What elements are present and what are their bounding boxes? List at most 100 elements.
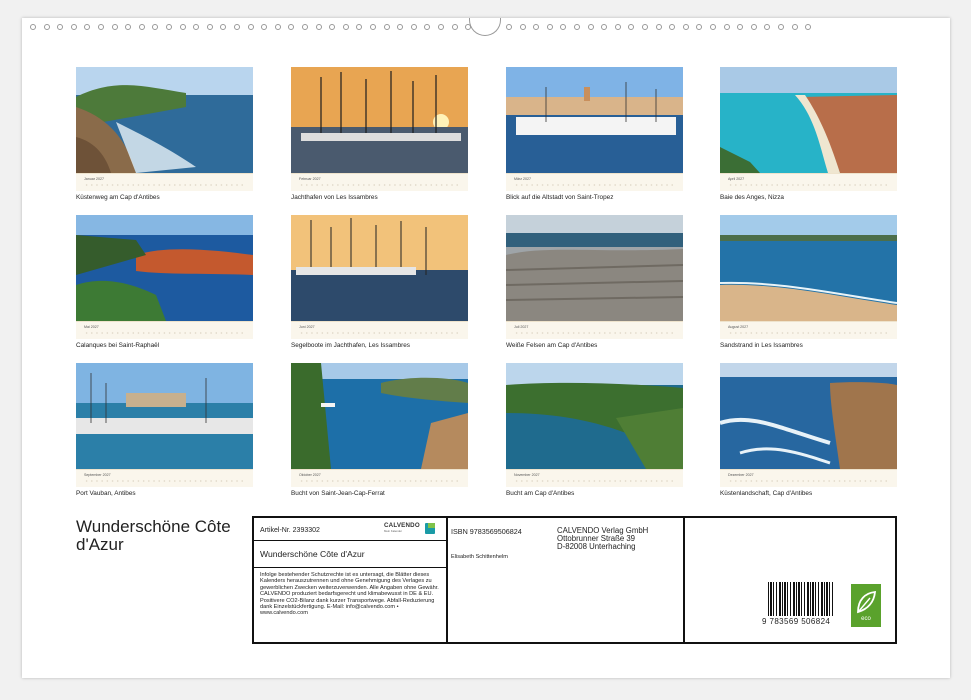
calendar-strip: Dezember 2027: [720, 469, 897, 487]
day-grid: [728, 183, 888, 187]
binding-ring: [125, 24, 132, 30]
binding-ring: [424, 24, 431, 30]
article-number: Artikel-Nr. 2393302: [260, 527, 320, 534]
month-photo: [720, 363, 897, 469]
binding-ring: [98, 24, 104, 30]
divider: [446, 518, 448, 642]
month-label: April 2027: [728, 177, 745, 181]
calvendo-logo: CALVENDO Mein Kalender: [384, 522, 436, 536]
binding-ring: [723, 24, 730, 30]
barcode-number: 9 783569 506824: [762, 617, 831, 626]
month-photo: [506, 363, 683, 469]
binding-ring: [397, 24, 404, 30]
month-label: Dezember 2027: [728, 473, 754, 477]
month-label: Mai 2027: [84, 325, 99, 329]
day-grid: [84, 183, 244, 187]
isbn: ISBN 9783569506824: [451, 527, 522, 536]
binding-ring: [628, 24, 635, 30]
binding-ring: [791, 24, 798, 30]
day-grid: [299, 479, 459, 483]
photo-caption: Küstenlandschaft, Cap d'Antibes: [720, 490, 813, 497]
binding-ring: [669, 24, 676, 30]
photo-caption: Bucht am Cap d'Antibes: [506, 490, 575, 497]
binding-ring: [220, 24, 227, 30]
calendar-strip: Juni 2027: [291, 321, 468, 339]
binding-ring: [111, 24, 118, 30]
legal-text: Infolge bestehender Schutzrechte ist es …: [260, 572, 439, 617]
binding-ring: [138, 24, 145, 30]
photo-caption: Blick auf die Altstadt von Saint-Tropez: [506, 194, 614, 201]
calendar-strip: November 2027: [506, 469, 683, 487]
logo-text: CALVENDO: [384, 522, 420, 529]
binding-ring: [546, 24, 553, 30]
binding-ring: [70, 24, 77, 30]
month-photo: [720, 67, 897, 173]
calendar-name: Wunderschöne Côte d'Azur: [260, 549, 365, 559]
divider: [683, 518, 685, 642]
binding-ring: [696, 24, 703, 30]
binding-ring: [274, 24, 281, 30]
month-label: Juli 2027: [514, 325, 529, 329]
binding-ring: [166, 24, 172, 30]
photo-caption: Sandstrand in Les Issambres: [720, 342, 803, 349]
day-grid: [299, 183, 459, 187]
binding-ring: [30, 24, 36, 30]
calendar-title: Wunderschöne Côte d'Azur: [76, 517, 231, 554]
calendar-strip: August 2027: [720, 321, 897, 339]
divider: [254, 567, 446, 568]
day-grid: [84, 479, 244, 483]
eco-label: eco: [861, 616, 871, 622]
binding-ring: [574, 24, 580, 30]
binding-ring: [84, 24, 91, 30]
photo-caption: Bucht von Saint-Jean-Cap-Ferrat: [291, 490, 385, 497]
photo-caption: Calanques bei Saint-Raphaël: [76, 342, 160, 349]
binding-ring: [560, 24, 567, 30]
eco-badge: eco: [851, 584, 881, 627]
binding-ring: [451, 24, 458, 30]
calendar-strip: September 2027: [76, 469, 253, 487]
photo-caption: Jachthafen von Les Issambres: [291, 194, 378, 201]
day-grid: [84, 331, 244, 335]
binding-ring: [193, 24, 200, 30]
photo-caption: Küstenweg am Cap d'Antibes: [76, 194, 160, 201]
month-photo: [506, 67, 683, 173]
leaf-icon: [857, 590, 877, 614]
month-photo: [291, 363, 468, 469]
month-label: Februar 2027: [299, 177, 321, 181]
day-grid: [728, 479, 888, 483]
month-label: August 2027: [728, 325, 749, 329]
binding-ring: [764, 24, 771, 30]
binding-ring: [302, 24, 308, 30]
binding-ring: [533, 24, 540, 30]
calendar-strip: Oktober 2027: [291, 469, 468, 487]
calendar-strip: April 2027: [720, 173, 897, 191]
logo-subtext: Mein Kalender: [384, 529, 403, 533]
binding-ring: [438, 24, 444, 30]
binding-ring: [383, 24, 390, 30]
photo-caption: Port Vauban, Antibes: [76, 490, 136, 497]
ean-barcode: 9 783569 506824: [762, 582, 840, 626]
day-grid: [514, 331, 674, 335]
binding-ring: [587, 24, 594, 30]
month-label: November 2027: [514, 473, 540, 477]
calendar-strip: Juli 2027: [506, 321, 683, 339]
binding-ring: [805, 24, 812, 30]
photo-caption: Baie des Anges, Nizza: [720, 194, 784, 201]
product-info-box: Artikel-Nr. 2393302 CALVENDO Mein Kalend…: [252, 516, 897, 644]
photo-caption: Weiße Felsen am Cap d'Antibes: [506, 342, 598, 349]
month-photo: [720, 215, 897, 321]
binding-ring: [614, 24, 621, 30]
binding-ring: [247, 24, 254, 30]
author: Elisabeth Schittenhelm: [451, 554, 508, 560]
month-photo: [291, 215, 468, 321]
binding-ring: [655, 24, 662, 30]
month-photo: [76, 67, 253, 173]
month-label: Juni 2027: [299, 325, 315, 329]
binding-ring: [234, 24, 240, 30]
month-photo: [291, 67, 468, 173]
binding-ring: [342, 24, 349, 30]
binding-ring: [601, 24, 608, 30]
month-photo: [76, 363, 253, 469]
binding-ring: [57, 24, 64, 30]
month-label: Oktober 2027: [299, 473, 321, 477]
